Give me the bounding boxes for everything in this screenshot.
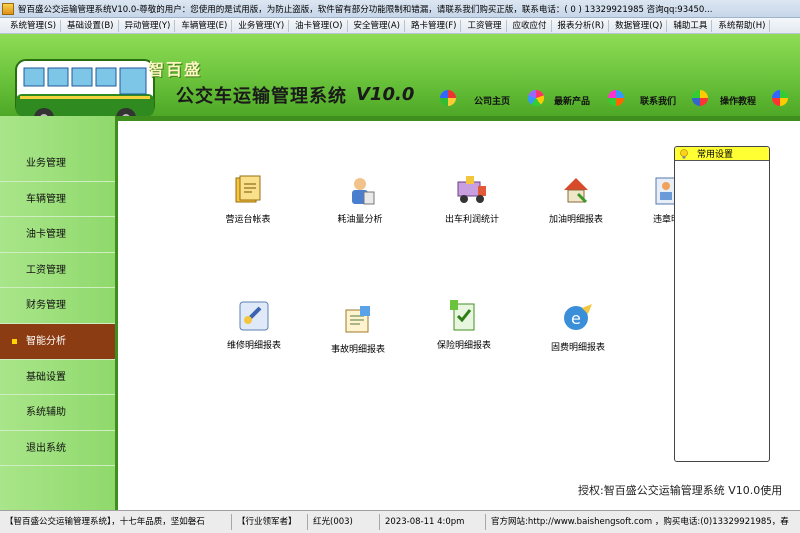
- product-name: 公交车运输管理系统: [176, 86, 347, 107]
- func-fixed-fee-report[interactable]: e 固费明细报表: [538, 300, 618, 353]
- fuel-analysis-icon: [342, 172, 378, 208]
- title-bar: 智百盛公交运输管理系统V10.0-尊敬的用户：您使用的是试用版，为防止盗版，软件…: [0, 0, 800, 18]
- func-label: 营运台帐表: [225, 215, 271, 225]
- status-user: 红光(003): [308, 514, 380, 530]
- func-label: 保险明细报表: [436, 341, 491, 351]
- menu-item-basic-settings[interactable]: 基础设置(B): [61, 19, 119, 32]
- ledger-icon: [230, 172, 266, 208]
- sidebar-item-system-aux[interactable]: 系统辅助: [0, 395, 115, 431]
- sidebar-item-exit[interactable]: 退出系统: [0, 431, 115, 467]
- func-accident-report[interactable]: 事故明细报表: [318, 302, 398, 355]
- link-new-products[interactable]: 最新产品: [554, 94, 590, 107]
- sidebar-item-business[interactable]: 业务管理: [0, 146, 115, 182]
- settings-ball-icon: [772, 90, 788, 106]
- func-label: 违章明: [653, 215, 676, 225]
- license-notice: 授权:智百盛公交运输管理系统 V10.0使用: [578, 484, 783, 497]
- menu-item-tools[interactable]: 辅助工具: [667, 19, 713, 32]
- func-fuel-analysis[interactable]: 耗油量分析: [320, 172, 400, 225]
- func-refuel-report[interactable]: 加油明细报表: [536, 172, 616, 225]
- menu-item-system[interactable]: 系统管理(S): [4, 19, 62, 32]
- profit-stats-icon: [454, 172, 490, 208]
- sidebar: 业务管理 车辆管理 油卡管理 工资管理 财务管理 智能分析 基础设置 系统辅助 …: [0, 116, 118, 510]
- menu-item-changes[interactable]: 异动管理(Y): [119, 19, 176, 32]
- func-operations-ledger[interactable]: 营运台帐表: [208, 172, 288, 225]
- common-settings-panel: 常用设置: [674, 146, 770, 462]
- func-label: 加油明细报表: [548, 215, 603, 225]
- panel-title: 常用设置: [697, 150, 734, 160]
- status-website: 官方网站:http://www.baishengsoft.com ，购买电话:(…: [491, 517, 789, 527]
- fixed-fee-report-icon: e: [560, 300, 596, 336]
- link-homepage[interactable]: 公司主页: [474, 94, 510, 107]
- sidebar-item-payroll[interactable]: 工资管理: [0, 253, 115, 289]
- lightbulb-icon: [680, 148, 688, 158]
- func-label: 固费明细报表: [550, 343, 605, 353]
- sidebar-item-basic-settings[interactable]: 基础设置: [0, 360, 115, 396]
- func-label: 出车利润统计: [444, 215, 499, 225]
- brand-name: 智百盛: [148, 60, 203, 79]
- repair-report-icon: [236, 298, 272, 334]
- menu-item-reports[interactable]: 报表分析(R): [552, 19, 610, 32]
- menu-bar: 系统管理(S) 基础设置(B) 异动管理(Y) 车辆管理(E) 业务管理(Y) …: [0, 18, 800, 34]
- sidebar-item-vehicles[interactable]: 车辆管理: [0, 182, 115, 218]
- window-title: 智百盛公交运输管理系统V10.0-尊敬的用户：您使用的是试用版，为防止盗版，软件…: [18, 4, 713, 15]
- sidebar-item-finance[interactable]: 财务管理: [0, 288, 115, 324]
- menu-item-route-card[interactable]: 路卡管理(F): [405, 19, 462, 32]
- menu-item-receivables[interactable]: 应收应付: [507, 19, 552, 32]
- product-version: V10.0: [356, 84, 415, 105]
- func-label: 事故明细报表: [330, 345, 385, 355]
- sidebar-item-smart-analysis[interactable]: 智能分析: [0, 323, 115, 360]
- contact-icon: [608, 90, 624, 106]
- bus-logo-icon: [15, 59, 155, 116]
- app-icon: [2, 2, 14, 15]
- link-contact-us[interactable]: 联系我们: [640, 94, 676, 107]
- accident-report-icon: [340, 302, 376, 338]
- menu-item-fuel-card[interactable]: 油卡管理(O): [289, 19, 348, 32]
- menu-item-payroll[interactable]: 工资管理: [461, 19, 507, 32]
- new-products-icon: [528, 90, 544, 106]
- panel-header: 常用设置: [675, 147, 769, 161]
- insurance-report-icon: [446, 298, 482, 334]
- func-violation-report[interactable]: 违章明: [640, 172, 676, 225]
- func-label: 耗油量分析: [337, 215, 383, 225]
- homepage-icon: [440, 90, 456, 106]
- banner: 智百盛 公交车运输管理系统 V10.0 公司主页 最新产品 联系我们 操作教程: [0, 34, 800, 116]
- status-bar: 【智百盛公交运输管理系统】，十七年品质，坚如磐石 【行业领军者】 红光(003)…: [0, 510, 800, 533]
- refuel-report-icon: [558, 172, 594, 208]
- menu-item-help[interactable]: 系统帮助(H): [712, 19, 771, 32]
- menu-item-data[interactable]: 数据管理(Q): [609, 19, 668, 32]
- svg-text:e: e: [571, 309, 581, 328]
- link-tutorial[interactable]: 操作教程: [720, 94, 756, 107]
- status-tagline: 【行业领军者】: [232, 514, 308, 530]
- tutorial-icon: [692, 90, 708, 106]
- status-slogan: 【智百盛公交运输管理系统】，十七年品质，坚如磐石: [0, 514, 232, 530]
- func-label: 维修明细报表: [226, 341, 281, 351]
- sidebar-item-fuel-card[interactable]: 油卡管理: [0, 217, 115, 253]
- status-datetime: 2023-08-11 4:0pm: [380, 514, 486, 530]
- func-profit-stats[interactable]: 出车利润统计: [432, 172, 512, 225]
- violation-report-icon: [654, 172, 676, 208]
- menu-item-business[interactable]: 业务管理(Y): [232, 19, 290, 32]
- func-insurance-report[interactable]: 保险明细报表: [424, 298, 504, 351]
- func-repair-report[interactable]: 维修明细报表: [214, 298, 294, 351]
- menu-item-safety[interactable]: 安全管理(A): [348, 19, 405, 32]
- menu-item-vehicles[interactable]: 车辆管理(E): [175, 19, 233, 32]
